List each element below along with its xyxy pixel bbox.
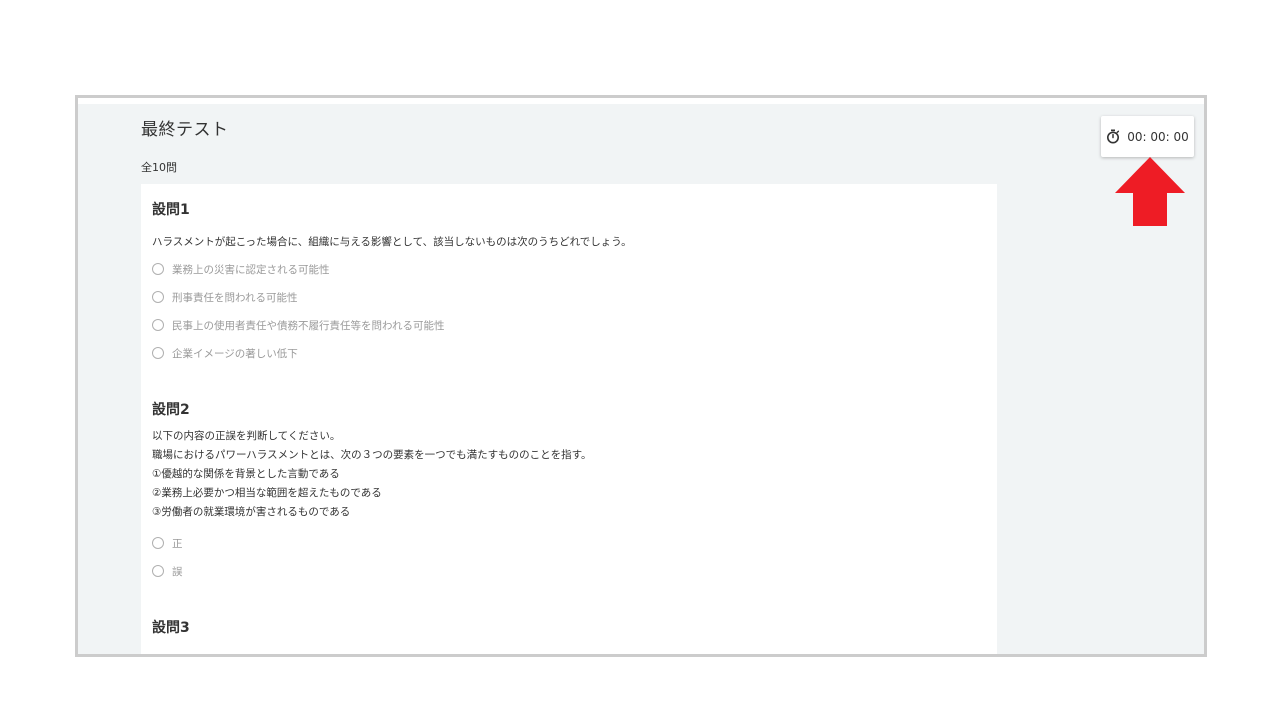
answer-option[interactable]: 企業イメージの著しい低下 — [152, 345, 298, 361]
radio-button[interactable] — [152, 263, 164, 275]
question-panel: 設問1 ハラスメントが起こった場合に、組織に与える影響として、該当しないものは次… — [141, 184, 997, 654]
option-label: 正 — [172, 537, 183, 550]
question-title: 設問1 — [152, 202, 190, 218]
answer-option[interactable]: 民事上の使用者責任や債務不履行責任等を問われる可能性 — [152, 317, 444, 333]
option-label: 刑事責任を問われる可能性 — [172, 291, 298, 304]
question-3: 設問3 — [152, 617, 972, 637]
option-label: 企業イメージの著しい低下 — [172, 347, 298, 360]
top-bar — [78, 98, 1204, 104]
question-2: 設問2 以下の内容の正誤を判断してください。 職場におけるパワーハラスメントとは… — [152, 399, 972, 578]
option-label: 誤 — [172, 565, 183, 578]
timer: 00: 00: 00 — [1101, 116, 1194, 157]
radio-button[interactable] — [152, 565, 164, 577]
answer-option[interactable]: 業務上の災害に認定される可能性 — [152, 261, 330, 277]
answer-option[interactable]: 誤 — [152, 563, 183, 579]
answer-option[interactable]: 正 — [152, 535, 183, 551]
question-text-line: 職場におけるパワーハラスメントとは、次の３つの要素を一つでも満たすもののことを指… — [152, 449, 592, 461]
question-title: 設問3 — [152, 620, 190, 636]
stopwatch-icon — [1107, 129, 1120, 144]
red-arrow-up-icon — [1115, 157, 1185, 226]
answer-option[interactable]: 刑事責任を問われる可能性 — [152, 289, 297, 305]
question-text-line: 以下の内容の正誤を判断してください。 — [152, 430, 341, 442]
radio-button[interactable] — [152, 319, 164, 331]
question-text-line: ②業務上必要かつ相当な範囲を超えたものである — [152, 487, 382, 499]
option-label: 業務上の災害に認定される可能性 — [172, 263, 330, 276]
radio-button[interactable] — [152, 291, 164, 303]
question-count: 全10問 — [141, 161, 177, 174]
option-label: 民事上の使用者責任や債務不履行責任等を問われる可能性 — [172, 319, 445, 332]
question-text: 以下の内容の正誤を判断してください。 職場におけるパワーハラスメントとは、次の３… — [152, 427, 592, 522]
question-text: ハラスメントが起こった場合に、組織に与える影響として、該当しないものは次のうちど… — [152, 236, 632, 248]
timer-value: 00: 00: 00 — [1127, 129, 1189, 144]
question-title: 設問2 — [152, 402, 190, 418]
question-text-line: ①優越的な関係を背景とした言動である — [152, 468, 340, 480]
quiz-window: 最終テスト 全10問 設問1 ハラスメントが起こった場合に、組織に与える影響とし… — [75, 95, 1207, 657]
radio-button[interactable] — [152, 537, 164, 549]
question-1: 設問1 ハラスメントが起こった場合に、組織に与える影響として、該当しないものは次… — [152, 199, 972, 360]
arrow-shape — [1115, 157, 1185, 226]
radio-button[interactable] — [152, 347, 164, 359]
page-title: 最終テスト — [141, 120, 229, 140]
question-text-line: ③労働者の就業環境が害されるものである — [152, 506, 351, 518]
